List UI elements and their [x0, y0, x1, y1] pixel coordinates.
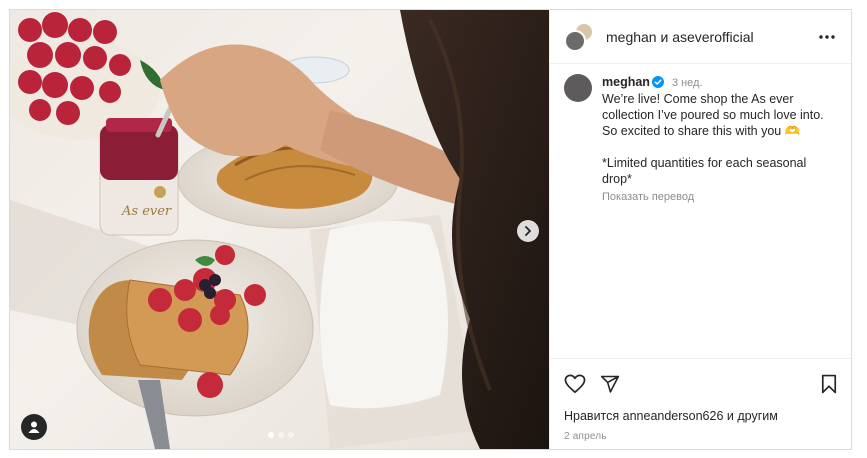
instagram-post: As ever meghan и aseverofficial meghan 3…	[9, 9, 852, 450]
save-button[interactable]	[821, 374, 837, 394]
likes-summary[interactable]: Нравится anneanderson626 и другим	[564, 409, 837, 423]
caption-timestamp[interactable]: 3 нед.	[672, 77, 703, 89]
tagged-users-button[interactable]	[21, 414, 47, 440]
like-button[interactable]	[564, 374, 586, 394]
post-actions: Нравится anneanderson626 и другим 2 апре…	[550, 358, 851, 449]
heart-icon	[564, 374, 586, 394]
caption-text: We’re live! Come shop the As ever collec…	[602, 92, 824, 186]
avatar[interactable]	[564, 29, 586, 52]
post-side-panel: meghan и aseverofficial meghan 3 нед. We’…	[549, 10, 851, 449]
avatar[interactable]	[564, 74, 592, 102]
more-horizontal-icon	[819, 34, 835, 39]
post-media[interactable]: As ever	[10, 10, 549, 449]
carousel-dot	[278, 432, 284, 438]
post-caption: meghan 3 нед. We’re live! Come shop the A…	[550, 64, 851, 205]
caption-username[interactable]: meghan	[602, 75, 650, 89]
user-icon	[28, 421, 40, 433]
next-image-button[interactable]	[517, 220, 539, 242]
verified-badge-icon	[651, 76, 664, 88]
bookmark-icon	[821, 374, 837, 394]
post-authors[interactable]: meghan и aseverofficial	[606, 29, 817, 45]
post-date[interactable]: 2 апрель	[564, 431, 837, 442]
carousel-indicator	[268, 432, 294, 438]
carousel-dot	[268, 432, 274, 438]
post-photo: As ever	[10, 10, 549, 449]
show-translation-link[interactable]: Показать перевод	[602, 189, 839, 205]
more-options-button[interactable]	[817, 27, 837, 47]
carousel-dot	[288, 432, 294, 438]
post-header: meghan и aseverofficial	[550, 10, 851, 64]
send-icon	[600, 375, 620, 393]
share-button[interactable]	[600, 374, 620, 394]
collab-avatars[interactable]	[564, 21, 594, 52]
jar-label: As ever	[121, 204, 172, 219]
chevron-right-icon	[525, 226, 531, 236]
